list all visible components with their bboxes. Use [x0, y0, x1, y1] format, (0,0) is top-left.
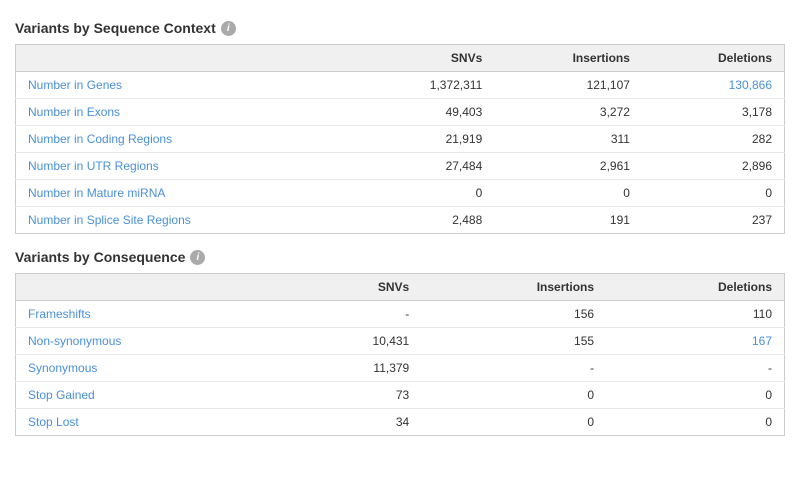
row-snvs: 1,372,311 [355, 72, 494, 99]
col-deletions-header: Deletions [642, 45, 785, 72]
row-insertions: 2,961 [494, 153, 642, 180]
row-deletions: 282 [642, 126, 785, 153]
row-insertions: 0 [421, 409, 606, 436]
section2-info-icon[interactable]: i [190, 250, 205, 265]
row-deletions: 167 [606, 328, 784, 355]
table-row: Non-synonymous10,431155167 [16, 328, 785, 355]
row-deletions: 0 [642, 180, 785, 207]
table-row: Frameshifts-156110 [16, 301, 785, 328]
section1-title: Variants by Sequence Context i [15, 20, 785, 36]
table-row: Stop Lost3400 [16, 409, 785, 436]
row-label: Frameshifts [16, 301, 284, 328]
row-snvs: 21,919 [355, 126, 494, 153]
row-label: Synonymous [16, 355, 284, 382]
row-deletions: 130,866 [642, 72, 785, 99]
row-label: Number in Mature miRNA [16, 180, 356, 207]
row-snvs: 10,431 [283, 328, 421, 355]
row-snvs: 73 [283, 382, 421, 409]
section1-info-icon[interactable]: i [221, 21, 236, 36]
row-label: Number in Splice Site Regions [16, 207, 356, 234]
row-deletions: 110 [606, 301, 784, 328]
row-label: Number in Genes [16, 72, 356, 99]
row-insertions: 191 [494, 207, 642, 234]
row-insertions: 0 [421, 382, 606, 409]
row-insertions: 311 [494, 126, 642, 153]
table-row: Number in Exons49,4033,2723,178 [16, 99, 785, 126]
row-insertions: 156 [421, 301, 606, 328]
table-row: Number in UTR Regions27,4842,9612,896 [16, 153, 785, 180]
col-insertions-header: Insertions [494, 45, 642, 72]
row-snvs: 49,403 [355, 99, 494, 126]
row-snvs: 2,488 [355, 207, 494, 234]
col-deletions-header2: Deletions [606, 274, 784, 301]
sequence-context-header-row: SNVs Insertions Deletions [16, 45, 785, 72]
row-deletions: 0 [606, 382, 784, 409]
table-row: Stop Gained7300 [16, 382, 785, 409]
section1-title-text: Variants by Sequence Context [15, 20, 216, 36]
row-label: Number in Coding Regions [16, 126, 356, 153]
row-snvs: 34 [283, 409, 421, 436]
consequence-table: SNVs Insertions Deletions Frameshifts-15… [15, 273, 785, 436]
table-row: Synonymous11,379-- [16, 355, 785, 382]
table-row: Number in Mature miRNA000 [16, 180, 785, 207]
col-snvs-header2: SNVs [283, 274, 421, 301]
row-snvs: 0 [355, 180, 494, 207]
col-snvs-header: SNVs [355, 45, 494, 72]
section2-title-text: Variants by Consequence [15, 249, 185, 265]
table-row: Number in Splice Site Regions2,488191237 [16, 207, 785, 234]
row-snvs: - [283, 301, 421, 328]
col-insertions-header2: Insertions [421, 274, 606, 301]
row-insertions: - [421, 355, 606, 382]
col-label-header [16, 45, 356, 72]
row-insertions: 121,107 [494, 72, 642, 99]
row-label: Number in Exons [16, 99, 356, 126]
row-deletions: 2,896 [642, 153, 785, 180]
row-insertions: 0 [494, 180, 642, 207]
row-insertions: 3,272 [494, 99, 642, 126]
row-deletions: 0 [606, 409, 784, 436]
row-snvs: 11,379 [283, 355, 421, 382]
row-deletions: - [606, 355, 784, 382]
row-label: Stop Lost [16, 409, 284, 436]
row-snvs: 27,484 [355, 153, 494, 180]
row-deletions: 237 [642, 207, 785, 234]
col-label-header2 [16, 274, 284, 301]
table-row: Number in Coding Regions21,919311282 [16, 126, 785, 153]
row-insertions: 155 [421, 328, 606, 355]
row-label: Non-synonymous [16, 328, 284, 355]
sequence-context-table: SNVs Insertions Deletions Number in Gene… [15, 44, 785, 234]
row-label: Number in UTR Regions [16, 153, 356, 180]
row-label: Stop Gained [16, 382, 284, 409]
row-deletions: 3,178 [642, 99, 785, 126]
table-row: Number in Genes1,372,311121,107130,866 [16, 72, 785, 99]
consequence-header-row: SNVs Insertions Deletions [16, 274, 785, 301]
section2-title: Variants by Consequence i [15, 249, 785, 265]
